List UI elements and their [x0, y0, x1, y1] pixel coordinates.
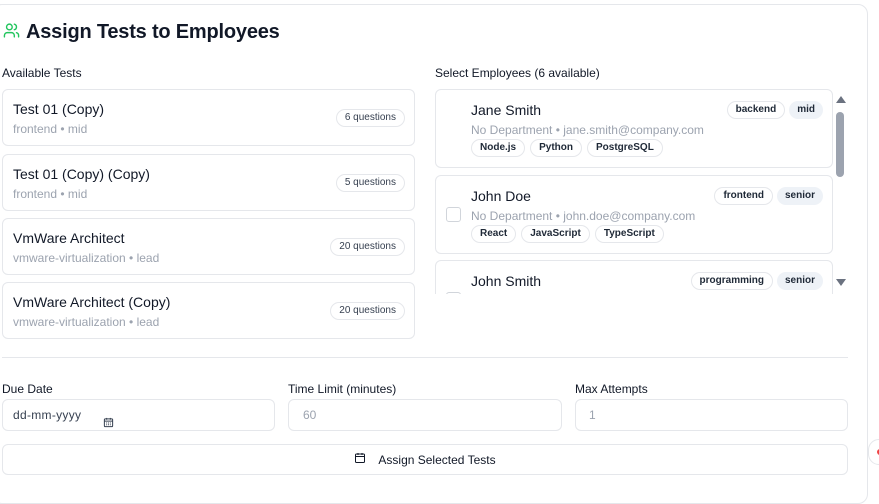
question-count-badge: 6 questions [335, 109, 405, 127]
employee-checkbox[interactable] [446, 207, 461, 222]
employee-card[interactable]: John Doe No Department • john.doe@compan… [435, 175, 833, 254]
employee-name: Jane Smith [471, 102, 542, 118]
question-count-badge: 20 questions [330, 238, 405, 256]
skill-list: React JavaScript TypeScript [471, 225, 664, 243]
calendar-icon[interactable] [103, 409, 114, 439]
test-card[interactable]: Test 01 (Copy) frontend • mid 6 question… [2, 89, 415, 146]
max-attempts-label: Max Attempts [575, 382, 648, 396]
scrollbar-thumb[interactable] [836, 112, 844, 177]
available-tests-label: Available Tests [2, 66, 82, 80]
role-badge: programming [690, 272, 773, 290]
users-icon [3, 22, 20, 44]
section-divider [2, 357, 848, 358]
employee-list[interactable]: Jane Smith No Department • jane.smith@co… [435, 89, 833, 294]
test-name: Test 01 (Copy) [13, 101, 105, 117]
page-title: Assign Tests to Employees [26, 21, 280, 43]
due-date-input[interactable]: dd-mm-yyyy [2, 399, 275, 431]
time-limit-label: Time Limit (minutes) [288, 382, 397, 396]
max-attempts-placeholder: 1 [589, 408, 596, 422]
test-meta: frontend • mid [13, 187, 88, 201]
test-name: VmWare Architect (Copy) [13, 294, 171, 310]
test-meta: frontend • mid [13, 122, 88, 136]
employee-tags: backend mid [726, 101, 823, 119]
skill-badge: Node.js [471, 139, 526, 157]
employee-name: John Smith [471, 273, 542, 289]
header: Assign Tests to Employees [3, 21, 280, 44]
test-card[interactable]: Test 01 (Copy) (Copy) frontend • mid 5 q… [2, 154, 415, 211]
test-meta: vmware-virtualization • lead [13, 251, 160, 265]
due-date-placeholder: dd-mm-yyyy [13, 408, 82, 422]
level-badge: mid [789, 101, 823, 119]
scroll-down-arrow-icon[interactable] [836, 279, 846, 286]
time-limit-input[interactable]: 60 [288, 399, 562, 431]
level-badge: senior [776, 272, 823, 290]
question-count-badge: 5 questions [335, 174, 405, 192]
scroll-up-arrow-icon[interactable] [836, 96, 846, 103]
test-card[interactable]: VmWare Architect (Copy) vmware-virtualiz… [2, 282, 415, 339]
level-badge: senior [776, 187, 823, 205]
employee-meta: No Department • jane.smith@company.com [471, 123, 704, 137]
skill-badge: Python [530, 139, 583, 157]
test-card[interactable]: VmWare Architect vmware-virtualization •… [2, 218, 415, 275]
select-employees-label: Select Employees (6 available) [435, 66, 600, 80]
skill-badge: PostgreSQL [587, 139, 663, 157]
employee-card[interactable]: John Smith programming senior [435, 260, 833, 294]
employee-meta: No Department • john.doe@company.com [471, 209, 696, 223]
test-name: Test 01 (Copy) (Copy) [13, 166, 150, 182]
due-date-label: Due Date [2, 382, 53, 396]
employee-list-scrollbar[interactable] [834, 93, 848, 289]
skill-badge: JavaScript [521, 225, 590, 243]
skill-list: Node.js Python PostgreSQL [471, 139, 663, 157]
employee-card[interactable]: Jane Smith No Department • jane.smith@co… [435, 89, 833, 168]
test-meta: vmware-virtualization • lead [13, 315, 160, 329]
employee-tags: frontend senior [714, 187, 823, 205]
assign-selected-tests-button[interactable]: Assign Selected Tests [2, 444, 848, 475]
employee-tags: programming senior [690, 272, 823, 290]
skill-badge: React [471, 225, 517, 243]
employee-name: John Doe [471, 188, 531, 204]
employee-checkbox[interactable] [446, 292, 461, 294]
time-limit-placeholder: 60 [303, 408, 317, 422]
role-badge: backend [726, 101, 786, 119]
skill-badge: TypeScript [594, 225, 664, 243]
question-count-badge: 20 questions [330, 302, 405, 320]
test-name: VmWare Architect [13, 230, 125, 246]
max-attempts-input[interactable]: 1 [575, 399, 848, 431]
floating-action-button[interactable] [868, 439, 879, 465]
calendar-icon [354, 452, 366, 467]
assign-button-label: Assign Selected Tests [378, 452, 496, 467]
role-badge: frontend [714, 187, 773, 205]
